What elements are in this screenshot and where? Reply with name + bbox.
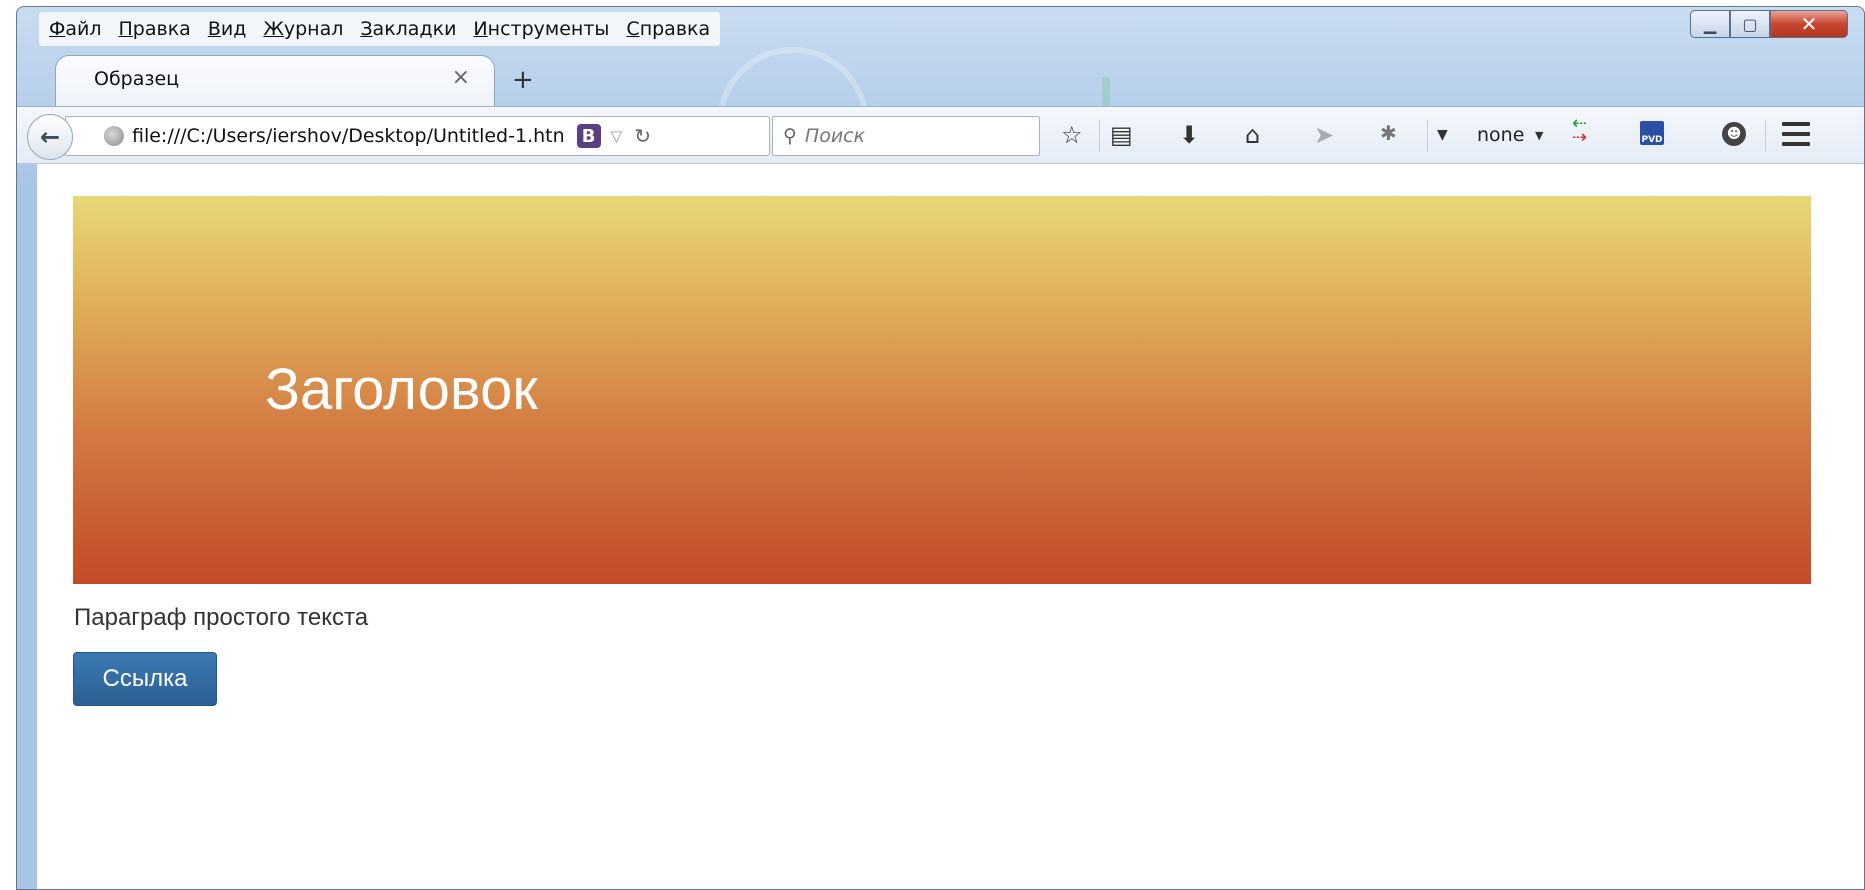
browser-window: Файл Правка Вид Журнал Закладки Инструме… — [16, 6, 1865, 890]
menu-view[interactable]: Вид — [208, 18, 247, 40]
navigation-toolbar: file:///C:/Users/iershov/Desktop/Untitle… — [17, 106, 1864, 164]
smiley-icon[interactable]: ☻ — [1722, 122, 1746, 146]
menu-tools[interactable]: Инструменты — [473, 18, 609, 40]
arrow-left-icon: ← — [39, 123, 61, 151]
menu-help-accel: С — [626, 18, 640, 40]
sync-arrows-icon[interactable]: ⇠ ⇢ — [1572, 115, 1587, 147]
link-button[interactable]: Ссылка — [73, 652, 217, 706]
maximize-icon: ▢ — [1742, 14, 1758, 34]
proxy-selector[interactable]: none — [1477, 124, 1524, 146]
url-history-dropdown-icon[interactable]: ▽ — [611, 127, 623, 145]
menu-edit[interactable]: Правка — [119, 18, 191, 40]
download-icon[interactable]: ⬇ — [1179, 121, 1199, 149]
menu-bookmarks-accel: З — [360, 18, 373, 40]
bookmark-star-icon[interactable]: ☆ — [1061, 121, 1083, 149]
menu-history-accel: Ж — [263, 18, 284, 40]
send-icon[interactable]: ➤ — [1314, 121, 1334, 149]
tab-active[interactable]: Образец × — [55, 55, 495, 107]
reload-icon[interactable]: ↻ — [634, 124, 651, 148]
paragraph-text: Параграф простого текста — [74, 604, 369, 631]
pvd-icon[interactable]: PVD — [1640, 121, 1664, 145]
url-text[interactable]: file:///C:/Users/iershov/Desktop/Untitle… — [132, 125, 565, 147]
menu-help[interactable]: Справка — [626, 18, 710, 40]
close-window-button[interactable]: ✕ — [1770, 10, 1848, 38]
close-icon: ✕ — [1800, 12, 1818, 36]
tab-title: Образец — [94, 68, 180, 90]
menu-history[interactable]: Журнал — [263, 18, 343, 40]
menu-tools-label: нструменты — [487, 18, 610, 40]
search-bar[interactable]: ⚲ — [772, 116, 1040, 156]
home-icon[interactable]: ⌂ — [1245, 121, 1260, 149]
proxy-dropdown-icon[interactable]: ▼ — [1535, 129, 1543, 142]
chevron-down-icon[interactable]: ▼ — [1437, 127, 1448, 143]
menu-edit-label: равка — [132, 18, 191, 40]
toolbar-separator — [1099, 120, 1100, 152]
menu-tools-accel: И — [473, 18, 488, 40]
menu-view-label: ид — [220, 18, 247, 40]
menu-view-accel: В — [207, 18, 221, 40]
reading-list-icon[interactable]: ▤ — [1110, 121, 1133, 149]
new-tab-button[interactable]: + — [512, 65, 534, 95]
minimize-icon: ▁ — [1703, 14, 1717, 34]
globe-icon[interactable] — [104, 126, 124, 146]
toolbar-separator — [1427, 120, 1428, 152]
page-viewport: Заголовок Параграф простого текста Ссылк… — [37, 164, 1864, 889]
menu-file-accel: Ф — [49, 18, 66, 40]
page-heading: Заголовок — [265, 357, 538, 422]
tab-close-icon[interactable]: × — [452, 65, 470, 90]
bootstrap-extension-icon[interactable]: B — [576, 124, 601, 148]
back-button[interactable]: ← — [27, 114, 73, 160]
minimize-button[interactable]: ▁ — [1690, 10, 1730, 38]
menu-help-label: правка — [639, 18, 711, 40]
menu-history-label: урнал — [283, 18, 344, 40]
toolbar-separator — [1765, 120, 1766, 152]
search-input[interactable] — [802, 124, 1007, 148]
jumbotron: Заголовок — [73, 196, 1811, 584]
firebug-icon[interactable]: ✱ — [1380, 121, 1397, 145]
menu-edit-accel: П — [118, 18, 133, 40]
menu-bookmarks[interactable]: Закладки — [360, 18, 456, 40]
menu-bar: Файл Правка Вид Журнал Закладки Инструме… — [39, 12, 721, 46]
menu-file-label: айл — [65, 18, 102, 40]
search-icon: ⚲ — [783, 125, 797, 147]
maximize-button[interactable]: ▢ — [1730, 10, 1770, 38]
menu-bookmarks-label: акладки — [372, 18, 457, 40]
window-controls: ▁ ▢ ✕ — [1690, 10, 1848, 44]
url-bar[interactable]: file:///C:/Users/iershov/Desktop/Untitle… — [65, 116, 770, 156]
menu-file[interactable]: Файл — [49, 18, 102, 40]
hamburger-menu-icon[interactable] — [1782, 122, 1810, 146]
